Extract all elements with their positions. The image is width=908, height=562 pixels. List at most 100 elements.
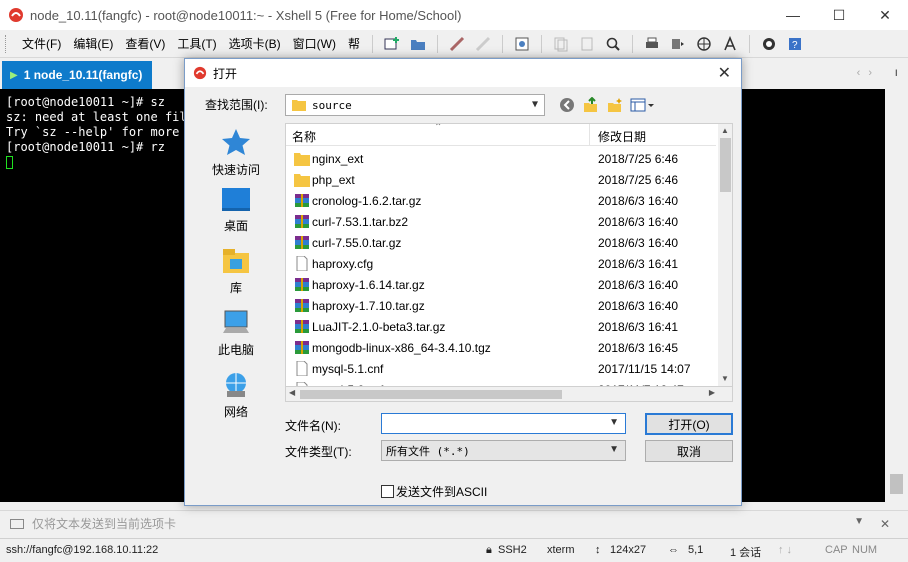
filename-label: 文件名(N): bbox=[285, 419, 341, 433]
help-icon[interactable]: ? bbox=[786, 35, 804, 53]
column-name-header[interactable]: 名称 bbox=[292, 128, 316, 145]
places-sidebar: 快速访问 桌面 库 此电脑 网络 bbox=[193, 123, 279, 423]
find-icon[interactable] bbox=[604, 35, 622, 53]
file-row[interactable]: nginx_ext 2018/7/25 6:46 bbox=[286, 148, 716, 169]
file-row[interactable]: mysql-5.6.cnf2017/11/7 12:47 bbox=[286, 379, 716, 386]
scroll-down-icon[interactable]: ▼ bbox=[721, 374, 729, 383]
globe-icon[interactable] bbox=[695, 35, 713, 53]
scroll-left-icon[interactable]: ◀ bbox=[289, 388, 295, 397]
file-row[interactable]: LuaJIT-2.1.0-beta3.tar.gz 2018/6/3 16:41 bbox=[286, 316, 716, 337]
file-row[interactable]: mysql-5.1.cnf 2017/11/15 14:07 bbox=[286, 358, 716, 379]
chevron-down-icon[interactable]: ▼ bbox=[609, 417, 619, 428]
file-date: 2018/7/25 6:46 bbox=[598, 173, 679, 187]
file-row[interactable]: cronolog-1.6.2.tar.gz 2018/6/3 16:40 bbox=[286, 190, 716, 211]
file-name: haproxy-1.7.10.tar.gz bbox=[312, 299, 425, 313]
menubar: 文件(F) 编辑(E) 查看(V) 工具(T) 选项卡(B) 窗口(W) 帮 ? bbox=[0, 30, 908, 58]
copy-icon[interactable] bbox=[552, 35, 570, 53]
menu-edit[interactable]: 编辑(E) bbox=[67, 35, 119, 52]
menubar-grip bbox=[5, 34, 8, 53]
ascii-checkbox[interactable] bbox=[381, 485, 394, 498]
filename-input[interactable]: ▼ bbox=[381, 413, 626, 434]
session-tab-label: 1 node_10.11(fangfc) bbox=[23, 68, 143, 82]
terminal-scrollbar[interactable] bbox=[885, 89, 908, 502]
close-button[interactable]: ✕ bbox=[862, 0, 908, 30]
status-connection: ssh://fangfc@192.168.10.11:22 bbox=[6, 544, 159, 556]
look-in-dropdown[interactable]: source ▼ bbox=[285, 94, 545, 116]
menu-help[interactable]: 帮 bbox=[342, 35, 366, 52]
filetype-select[interactable]: 所有文件 (*.*) ▼ bbox=[381, 440, 626, 461]
file-row[interactable]: mongodb-linux-x86_64-3.4.10.tgz 2018/6/3 … bbox=[286, 337, 716, 358]
menu-file[interactable]: 文件(F) bbox=[16, 35, 67, 52]
compose-bar[interactable]: 仅将文本发送到当前选项卡 ▼ ✕ bbox=[0, 510, 908, 536]
filetype-value: 所有文件 (*.*) bbox=[386, 444, 470, 458]
scrollbar-thumb[interactable] bbox=[720, 138, 731, 192]
new-session-icon[interactable] bbox=[383, 35, 401, 53]
minimize-button[interactable]: — bbox=[770, 0, 816, 30]
disconnect-icon[interactable] bbox=[474, 35, 492, 53]
place-label: 网络 bbox=[223, 405, 248, 419]
column-modified-header[interactable]: 修改日期 bbox=[598, 128, 646, 145]
scrollbar-thumb[interactable] bbox=[300, 390, 562, 399]
file-date: 2018/6/3 16:41 bbox=[598, 320, 679, 334]
status-position: 5,1 bbox=[688, 544, 704, 556]
file-list[interactable]: ⌃ 名称 修改日期 nginx_ext 2018/7/25 6:46 php_ext… bbox=[285, 123, 733, 387]
file-row[interactable]: php_ext 2018/7/25 6:46 bbox=[286, 169, 716, 190]
back-icon[interactable] bbox=[557, 95, 577, 115]
place-library[interactable]: 库 bbox=[193, 247, 279, 296]
file-list-vscrollbar[interactable]: ▲ ▼ bbox=[718, 124, 732, 386]
file-date: 2018/6/3 16:45 bbox=[598, 341, 679, 355]
file-date: 2018/6/3 16:41 bbox=[598, 257, 679, 271]
menu-view[interactable]: 查看(V) bbox=[119, 35, 171, 52]
chevron-down-icon[interactable]: ▼ bbox=[854, 516, 864, 527]
up-folder-icon[interactable] bbox=[581, 95, 601, 115]
file-row[interactable]: haproxy.cfg 2018/6/3 16:41 bbox=[286, 253, 716, 274]
star-icon bbox=[222, 129, 250, 155]
file-row[interactable]: curl-7.55.0.tar.gz 2018/6/3 16:40 bbox=[286, 232, 716, 253]
session-tab[interactable]: ▶ 1 node_10.11(fangfc) bbox=[2, 61, 152, 89]
lock-icon: 🔒︎ bbox=[486, 544, 492, 556]
window-title: node_10.11(fangfc) - root@node10011:~ - … bbox=[30, 7, 462, 23]
scroll-up-icon[interactable]: ▲ bbox=[721, 126, 729, 135]
print-icon[interactable] bbox=[643, 35, 661, 53]
place-label: 桌面 bbox=[223, 219, 248, 233]
desktop-icon bbox=[222, 188, 250, 211]
sort-ascending-icon: ⌃ bbox=[434, 123, 443, 133]
menu-tools[interactable]: 工具(T) bbox=[171, 35, 222, 52]
paste-icon[interactable] bbox=[578, 35, 596, 53]
place-network[interactable]: 网络 bbox=[193, 371, 279, 420]
toolbar-separator bbox=[502, 34, 503, 53]
connect-icon[interactable] bbox=[448, 35, 466, 53]
view-menu-icon[interactable] bbox=[629, 95, 655, 115]
place-quick-access[interactable]: 快速访问 bbox=[193, 127, 279, 178]
file-row[interactable]: curl-7.53.1.tar.bz2 2018/6/3 16:40 bbox=[286, 211, 716, 232]
column-divider[interactable] bbox=[589, 124, 590, 146]
tab-menu-icon[interactable]: ı bbox=[895, 65, 898, 79]
ascii-option[interactable]: 发送文件到ASCII bbox=[381, 483, 487, 500]
dialog-close-icon[interactable]: ✕ bbox=[718, 63, 731, 83]
file-icon bbox=[296, 256, 308, 271]
xshell-logo-icon[interactable] bbox=[760, 35, 778, 53]
transfer-icon[interactable] bbox=[669, 35, 687, 53]
font-icon[interactable] bbox=[721, 35, 739, 53]
maximize-button[interactable]: ☐ bbox=[816, 0, 862, 30]
file-list-hscrollbar[interactable]: ◀ ▶ bbox=[285, 387, 733, 402]
place-desktop[interactable]: 桌面 bbox=[193, 187, 279, 234]
ascii-label: 发送文件到ASCII bbox=[396, 485, 488, 499]
tab-scroll-arrows-icon[interactable]: ‹› bbox=[857, 67, 880, 79]
properties-icon[interactable] bbox=[513, 35, 531, 53]
menu-tabs[interactable]: 选项卡(B) bbox=[223, 35, 287, 52]
new-folder-icon[interactable] bbox=[605, 95, 625, 115]
scroll-right-icon[interactable]: ▶ bbox=[709, 388, 715, 397]
close-icon[interactable]: ✕ bbox=[880, 517, 890, 531]
scrollbar-thumb[interactable] bbox=[890, 474, 903, 494]
file-row[interactable]: haproxy-1.6.14.tar.gz 2018/6/3 16:40 bbox=[286, 274, 716, 295]
file-row[interactable]: haproxy-1.7.10.tar.gz 2018/6/3 16:40 bbox=[286, 295, 716, 316]
cancel-button[interactable]: 取消 bbox=[645, 440, 733, 462]
file-name: mysql-5.1.cnf bbox=[312, 362, 384, 376]
menu-window[interactable]: 窗口(W) bbox=[287, 35, 342, 52]
file-name: haproxy.cfg bbox=[312, 257, 374, 271]
folder-icon bbox=[292, 100, 306, 111]
open-folder-icon[interactable] bbox=[409, 35, 427, 53]
open-button[interactable]: 打开(O) bbox=[645, 413, 733, 435]
place-this-pc[interactable]: 此电脑 bbox=[193, 309, 279, 358]
